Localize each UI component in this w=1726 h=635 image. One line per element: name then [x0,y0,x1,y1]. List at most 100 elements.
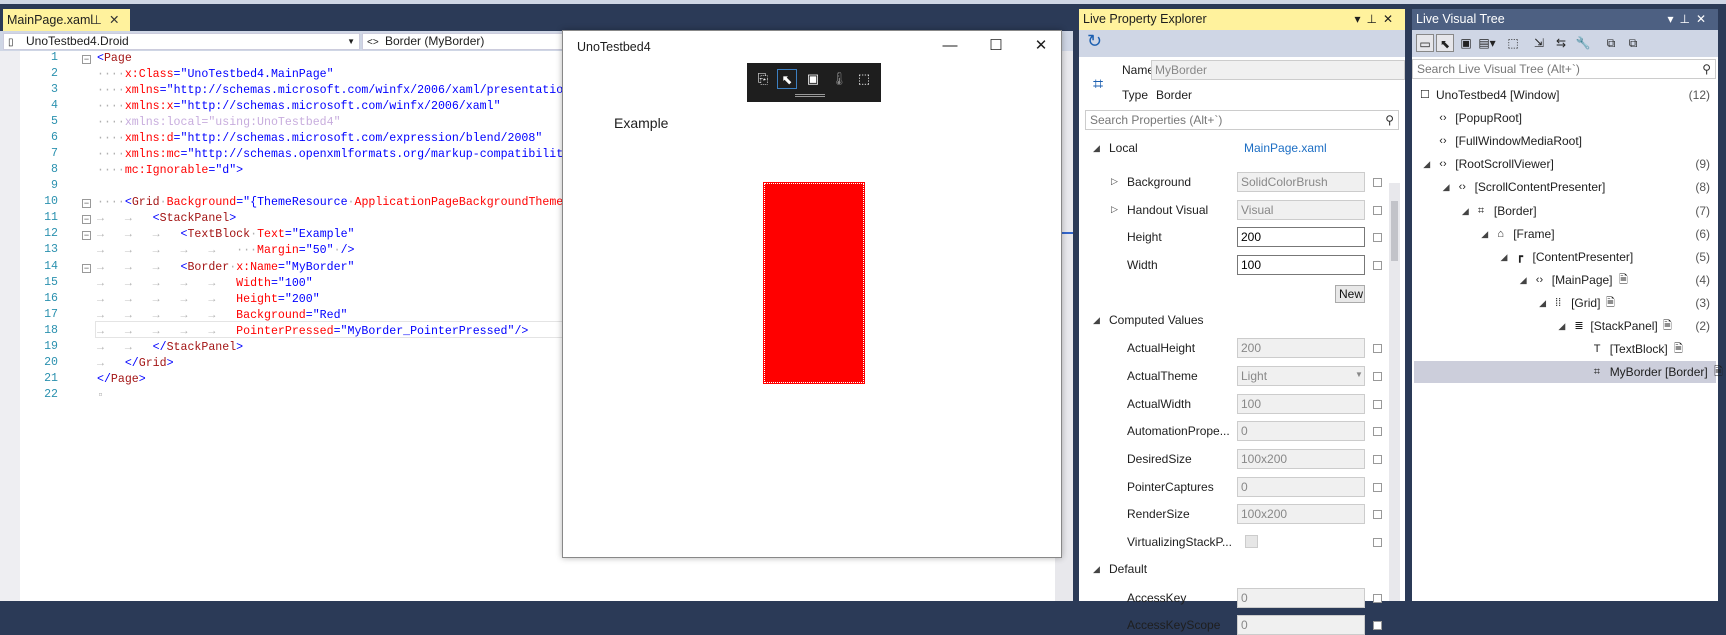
tree-item[interactable]: ◢ ≣ [StackPanel] 🗎 (2) [1414,315,1716,337]
search-icon[interactable]: ⚲ [1702,60,1711,78]
advanced-options-marker[interactable] [1373,593,1382,603]
expand-icon[interactable]: ▷ [1111,176,1118,187]
expand-all-icon[interactable]: ⧉ [1602,34,1620,52]
close-icon[interactable]: ✕ [109,9,119,31]
minimize-button[interactable]: — [930,35,970,57]
track-focus-icon[interactable]: ▤▾ [1478,34,1496,52]
expand-arrow-icon[interactable]: ◢ [1443,176,1450,198]
name-field[interactable]: MyBorder [1151,60,1405,80]
tree-item[interactable]: ☐ UnoTestbed4 [Window] (12) [1414,84,1716,106]
tree-item[interactable]: ‹› [PopupRoot] [1414,107,1716,129]
collapse-all-icon[interactable]: ⧉ [1624,34,1642,52]
advanced-options-marker[interactable] [1373,621,1382,631]
select-element-icon[interactable]: ⬉ [1436,34,1454,52]
code-line[interactable]: ····<Grid·Background="{ThemeResource·App… [97,195,563,211]
refresh-icon[interactable]: ↻ [1087,31,1102,52]
expand-arrow-icon[interactable]: ◢ [1539,292,1546,314]
collapse-local-icon[interactable]: ◢ [1093,143,1100,154]
advanced-options-marker[interactable] [1373,205,1382,215]
advanced-options-marker[interactable] [1373,427,1382,437]
tree-item[interactable]: ◢ ‹› [ScrollContentPresenter] (8) [1414,176,1716,198]
tree-item[interactable]: ◢ ‹› [MainPage] 🗎 (4) [1414,269,1716,291]
advanced-options-marker[interactable] [1373,482,1382,492]
local-source-link[interactable]: MainPage.xaml [1244,141,1327,155]
code-line[interactable]: <Page [97,51,132,67]
document-icon[interactable]: 🗎 [1619,269,1628,291]
show-just-my-xaml-icon[interactable]: ⇲ [1530,34,1548,52]
go-to-live-visual-tree-icon[interactable]: ⎘ [753,69,773,89]
fold-collapse-icon[interactable]: − [82,263,91,273]
tree-item[interactable]: ◢ ⌗ [Border] (7) [1414,200,1716,222]
code-line[interactable]: → → → → → PointerPressed="MyBorder_Point… [97,324,528,340]
expand-arrow-icon[interactable]: ◢ [1558,315,1565,337]
code-line[interactable]: ····mc:Ignorable="d"> [97,163,243,179]
select-element-icon[interactable]: ⬉ [777,69,797,89]
my-border[interactable] [763,182,865,384]
tree-item[interactable]: ◢ ‹› [RootScrollViewer] (9) [1414,153,1716,175]
code-line[interactable]: → → → → → Height="200" [97,292,320,308]
tree-item[interactable]: ‹› [FullWindowMediaRoot] [1414,130,1716,152]
search-tree-input[interactable]: Search Live Visual Tree (Alt+`) ⚲ [1412,59,1716,79]
property-value-field[interactable]: 200 [1237,227,1365,248]
document-icon[interactable]: 🗎 [1606,292,1615,314]
code-line[interactable]: ▫ [97,388,104,404]
tree-item[interactable]: ◢ ⌂ [Frame] (6) [1414,223,1716,245]
code-line[interactable]: → → → → → Width="100" [97,276,313,292]
code-line[interactable]: ····xmlns:local="using:UnoTestbed4" [97,115,341,131]
fold-collapse-icon[interactable]: − [82,199,91,209]
toolbar-drag-handle[interactable] [795,94,825,97]
advanced-options-marker[interactable] [1373,538,1382,548]
advanced-options-marker[interactable] [1373,399,1382,409]
expand-icon[interactable]: ▷ [1111,204,1118,215]
advanced-options-marker[interactable] [1373,178,1382,187]
advanced-options-marker[interactable] [1373,261,1382,271]
advanced-options-marker[interactable] [1373,233,1382,243]
sync-icon[interactable]: ⇆ [1552,34,1570,52]
collapse-section-icon[interactable]: ◢ [1093,315,1100,326]
code-line[interactable]: → → → → → ···Margin="50"·/> [97,243,354,259]
track-focus-icon[interactable]: 🌡 [829,69,849,89]
document-icon[interactable]: 🗎 [1663,315,1672,337]
layout-adorners-icon[interactable]: ▣ [1457,34,1475,52]
maximize-button[interactable]: ☐ [976,35,1016,57]
code-line[interactable]: ····xmlns="http://schemas.microsoft.com/… [97,83,563,99]
code-line[interactable]: → → <StackPanel> [97,211,236,227]
project-combo[interactable]: ▯ UnoTestbed4.Droid ▼ [3,33,360,50]
search-icon[interactable]: ⚲ [1385,111,1394,129]
property-value-field[interactable]: 100 [1237,255,1365,276]
code-line[interactable]: → → → <TextBlock·Text="Example" [97,227,355,243]
new-button[interactable]: New [1335,284,1365,303]
expand-arrow-icon[interactable]: ◢ [1501,246,1508,268]
panel-controls[interactable]: ▾⊥✕ [1354,9,1399,30]
fold-collapse-icon[interactable]: − [82,215,91,225]
show-in-app-icon[interactable]: ▭ [1416,34,1434,52]
lpe-scrollbar-thumb[interactable] [1391,201,1398,261]
expand-arrow-icon[interactable]: ◢ [1520,269,1527,291]
code-line[interactable]: ····xmlns:x="http://schemas.microsoft.co… [97,99,501,115]
pin-icon[interactable]: ⊥ [91,9,102,31]
collapse-section-icon[interactable]: ◢ [1093,564,1100,575]
lpe-scrollbar[interactable] [1389,183,1400,601]
preview-selection-icon[interactable]: ⬚ [1504,34,1522,52]
property-value-field[interactable]: Light [1237,365,1365,386]
advanced-options-marker[interactable] [1373,371,1382,381]
tree-item[interactable]: ◢ ┏ [ContentPresenter] (5) [1414,246,1716,268]
code-line[interactable]: </Page> [97,372,146,388]
code-line[interactable]: → → → → → Background="Red" [97,308,348,324]
document-icon[interactable]: 🗎 [1714,361,1723,383]
code-line[interactable]: → → → <Border·x:Name="MyBorder" [97,260,354,276]
expand-arrow-icon[interactable]: ◢ [1462,200,1469,222]
close-window-button[interactable]: ✕ [1021,35,1061,57]
search-properties-input[interactable]: Search Properties (Alt+`) ⚲ [1085,110,1399,130]
code-line[interactable]: ····xmlns:mc="http://schemas.openxmlform… [97,147,563,163]
preview-selection-icon[interactable]: ⬚ [854,69,874,89]
tree-item[interactable]: ◢ ⁞⁞ [Grid] 🗎 (3) [1414,292,1716,314]
tab-mainpage-xaml[interactable]: MainPage.xaml ⊥ ✕ [3,9,130,31]
tree-item[interactable]: ⌗ MyBorder [Border] 🗎 [1414,361,1723,384]
code-line[interactable]: → </Grid> [97,356,174,372]
advanced-options-marker[interactable] [1373,344,1382,354]
tree-item[interactable]: T [TextBlock] 🗎 [1414,338,1716,360]
panel-controls[interactable]: ▾⊥✕ [1667,9,1712,30]
property-checkbox[interactable] [1245,535,1258,549]
code-line[interactable]: ····xmlns:d="http://schemas.microsoft.co… [97,131,542,147]
